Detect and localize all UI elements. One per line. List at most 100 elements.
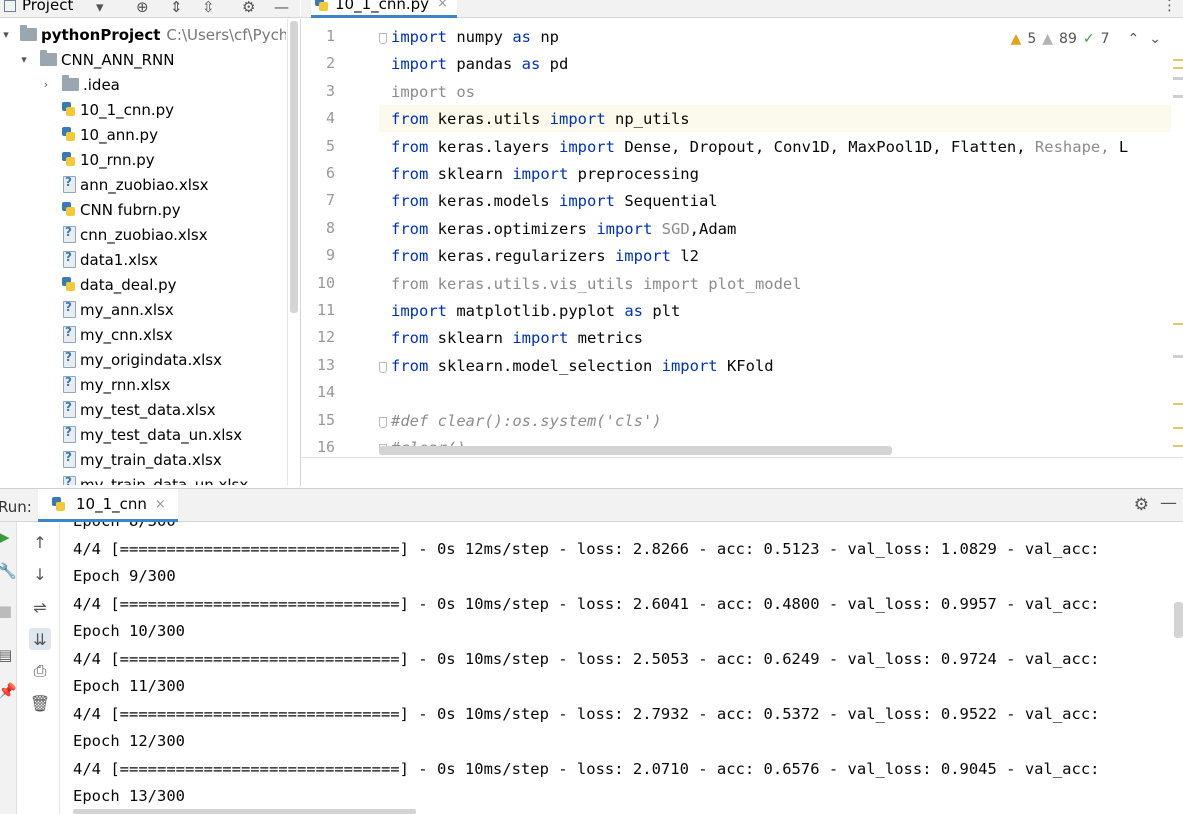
layout-icon[interactable]: ▤ (0, 646, 12, 664)
scroll-up-icon[interactable]: ↑ (29, 531, 51, 553)
tree-item[interactable]: data1.xlsx (62, 247, 158, 272)
code-editor[interactable]: 1 2 3 4 5 6 7 8 9 10 11 12 13 14 15 16 import numpy as … (301, 19, 1183, 457)
code-line[interactable]: from sklearn import metrics (391, 325, 643, 352)
next-problem-icon[interactable]: ⌄ (1149, 31, 1161, 47)
keyword-token: import (614, 247, 671, 266)
pin-icon[interactable]: 📌 (0, 682, 17, 700)
console-line: Epoch 13/300 (73, 787, 185, 805)
soft-wrap-icon[interactable]: ⇌ (29, 596, 51, 618)
fold-marker-icon[interactable] (379, 33, 387, 44)
tree-item[interactable]: my_test_data.xlsx (62, 397, 216, 422)
tree-item[interactable]: ann_zuobiao.xlsx (62, 172, 209, 197)
collapse-all-icon[interactable]: ⇳ (202, 0, 215, 16)
expand-all-icon[interactable]: ⇕ (170, 0, 183, 16)
line-number: 16 (316, 438, 335, 456)
editor-horizontal-scrollbar[interactable] (379, 446, 892, 455)
fold-marker-icon[interactable] (379, 416, 387, 428)
code-line[interactable]: import matplotlib.pyplot as plt (391, 298, 680, 325)
rerun-icon[interactable]: ▶ (0, 528, 10, 546)
tree-item[interactable]: › .idea (40, 72, 120, 97)
chevron-down-icon[interactable]: ▾ (96, 0, 104, 16)
close-tab-icon[interactable]: × (437, 0, 448, 11)
stop-icon[interactable]: ■ (0, 602, 12, 620)
tree-item[interactable]: my_train_data_un.xlsx (62, 472, 248, 485)
typo-icon: ✓ (1082, 31, 1095, 47)
tree-folder-name: CNN_ANN_RNN (61, 50, 175, 69)
keyword-token: import (558, 137, 615, 156)
tree-item[interactable]: my_cnn.xlsx (62, 322, 173, 347)
unknown-file-icon (62, 400, 76, 418)
previous-problem-icon[interactable]: ⌃ (1128, 31, 1140, 47)
wrench-icon[interactable]: 🔧 (0, 562, 17, 580)
tree-item[interactable]: data_deal.py (62, 272, 177, 297)
weak-warning-icon: ▲ (1042, 31, 1054, 47)
fold-marker-icon[interactable] (379, 361, 387, 373)
trash-icon[interactable]: 🗑 (29, 692, 51, 714)
code-token: keras.layers (428, 137, 559, 156)
python-file-icon (52, 496, 66, 512)
chevron-right-icon[interactable]: › (40, 78, 52, 91)
tree-item[interactable]: my_rnn.xlsx (62, 372, 170, 397)
keyword-token: from (391, 356, 429, 375)
tree-root-python-project[interactable]: ▾ pythonProject C:\Users\cf\Pycharm (0, 22, 286, 47)
warning-count: 5 (1027, 31, 1037, 47)
scrollbar-thumb[interactable] (290, 21, 298, 313)
project-tree-scrollbar[interactable] (287, 19, 299, 485)
print-icon[interactable]: ⎙ (29, 660, 51, 682)
run-tab-label: 10_1_cnn (76, 495, 147, 513)
scroll-down-icon[interactable]: ↓ (29, 563, 51, 585)
code-line[interactable]: from keras.utils.vis_utils import plot_m… (391, 271, 802, 298)
code-line[interactable]: #def clear():os.system('cls') (391, 408, 662, 435)
more-options-icon[interactable]: ⋮ (1162, 0, 1177, 14)
tree-item[interactable]: my_train_data.xlsx (62, 447, 222, 472)
console-scrollbar[interactable] (1174, 602, 1183, 638)
scroll-to-end-icon[interactable]: ⇊ (29, 628, 51, 650)
run-panel-label: Run: (0, 498, 32, 516)
code-line[interactable]: import os (391, 79, 475, 106)
keyword-token: from (391, 165, 429, 183)
code-line[interactable]: from keras.models import Sequential (391, 188, 718, 215)
run-tab-10-1-cnn[interactable]: 10_1_cnn × (38, 489, 178, 522)
locate-file-icon[interactable]: ⊕ (136, 0, 149, 16)
hide-panel-icon[interactable]: — (1160, 493, 1177, 513)
keyword-token: from (391, 110, 429, 129)
tree-item[interactable]: my_test_data_un.xlsx (62, 422, 242, 447)
run-console[interactable]: Epoch 8/300 4/4 [========================… (61, 522, 1183, 814)
code-line[interactable]: from keras.utils import np_utils (391, 106, 690, 133)
tree-item[interactable]: 10_rnn.py (62, 147, 155, 172)
code-line[interactable]: from sklearn.model_selection import KFol… (391, 353, 774, 380)
close-run-tab-icon[interactable]: × (155, 497, 166, 512)
unknown-file-icon (62, 375, 76, 393)
python-file-icon (62, 277, 76, 292)
inspections-widget[interactable]: ▲ 5 ▲ 89 ✓ 7 ⌃ ⌄ (1011, 31, 1161, 47)
hide-panel-icon[interactable]: — (274, 0, 289, 16)
chevron-down-icon[interactable]: ▾ (0, 28, 12, 41)
keyword-token: from (391, 247, 429, 266)
chevron-down-icon[interactable]: ▾ (18, 53, 30, 66)
code-line[interactable]: from sklearn import preprocessing (391, 161, 699, 188)
python-file-icon (62, 102, 76, 117)
code-token: np_utils (605, 110, 690, 129)
line-number: 5 (325, 136, 335, 155)
code-line[interactable]: import pandas as pd (391, 51, 568, 78)
tree-item[interactable]: my_ann.xlsx (62, 297, 174, 322)
error-stripe[interactable] (1173, 59, 1183, 457)
tree-item[interactable]: cnn_zuobiao.xlsx (62, 222, 208, 247)
code-line[interactable]: from keras.regularizers import l2 (391, 243, 699, 270)
project-view-selector[interactable]: Project (22, 0, 73, 14)
console-horizontal-scrollbar[interactable] (73, 809, 416, 814)
console-line: Epoch 9/300 (73, 567, 176, 585)
editor-tab-10-1-cnn[interactable]: 10_1_cnn.py × (311, 0, 457, 18)
code-line[interactable]: from keras.layers import Dense, Dropout,… (391, 134, 1128, 161)
tree-item[interactable]: CNN fubrn.py (62, 197, 181, 222)
gear-icon[interactable]: ⚙ (1134, 495, 1149, 515)
console-line: 4/4 [==============================] - 0… (73, 649, 1109, 668)
tree-folder-cnn-ann-rnn[interactable]: ▾ CNN_ANN_RNN (18, 47, 174, 72)
tree-item[interactable]: 10_ann.py (62, 122, 158, 147)
tree-item[interactable]: my_origindata.xlsx (62, 347, 222, 372)
tree-item[interactable]: 10_1_cnn.py (62, 97, 174, 122)
gear-icon[interactable]: ⚙ (242, 0, 255, 16)
code-line[interactable]: from keras.optimizers import SGD,Adam (391, 216, 736, 243)
code-line[interactable]: import numpy as np (391, 24, 559, 51)
